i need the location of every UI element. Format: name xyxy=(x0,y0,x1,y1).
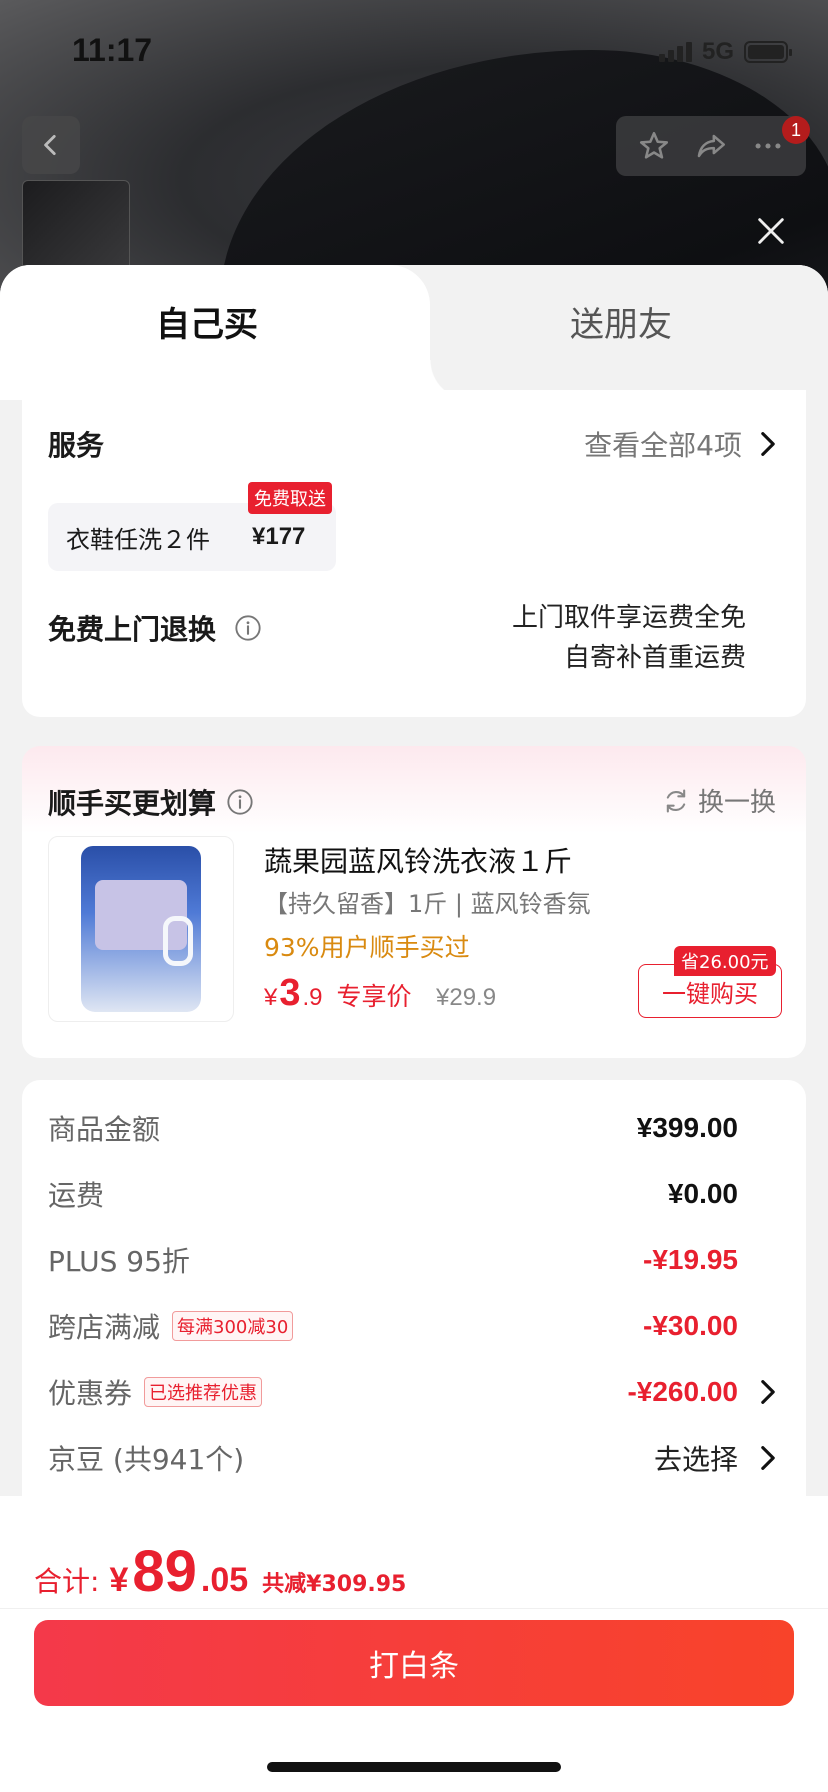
summary-row-coupon[interactable]: 优惠券 已选推荐优惠 -¥260.00 xyxy=(48,1372,776,1412)
free-return-title: 免费上门退换 xyxy=(48,613,217,646)
view-all-label: 查看全部4项 xyxy=(584,429,742,462)
summary-label: 优惠券 已选推荐优惠 xyxy=(48,1372,263,1412)
info-icon[interactable] xyxy=(226,788,254,816)
home-indicator xyxy=(267,1762,561,1772)
total-currency: ¥ xyxy=(109,1561,129,1599)
price-integer: 3 xyxy=(279,972,301,1014)
service-name: 衣鞋任洗２件 xyxy=(66,525,210,554)
return-desc-line1: 上门取件享运费全免 xyxy=(511,603,746,633)
chevron-right-icon xyxy=(761,1380,775,1404)
tab-send-friend-label[interactable]: 送朋友 xyxy=(570,297,672,346)
summary-row-cross-store: 跨店满减 每满300减30 -¥30.00 xyxy=(48,1306,776,1346)
price-currency: ¥ xyxy=(264,984,278,1011)
star-icon[interactable] xyxy=(637,129,671,163)
swap-button[interactable]: 换一换 xyxy=(662,782,776,819)
free-return-row: 免费上门退换 xyxy=(48,608,262,648)
share-icon[interactable] xyxy=(694,129,728,163)
summary-value: -¥19.95 xyxy=(643,1244,738,1275)
total-discount: 共减¥309.95 xyxy=(262,1572,407,1597)
view-all-services[interactable]: 查看全部4项 xyxy=(584,424,776,464)
free-pickup-tag: 免费取送 xyxy=(248,482,332,514)
return-desc-line2: 自寄补首重运费 xyxy=(563,643,746,673)
tab-buy-self-label[interactable]: 自己买 xyxy=(156,297,258,346)
addon-product-image[interactable] xyxy=(48,836,234,1022)
addon-product-spec: 【持久留香】1斤 | 蓝风铃香氛 xyxy=(264,890,591,918)
services-title: 服务 xyxy=(48,429,105,462)
addon-original-price: ¥29.9 xyxy=(436,984,497,1011)
free-return-description: 上门取件享运费全免 自寄补首重运费 xyxy=(512,598,746,678)
summary-row-goods: 商品金额 ¥399.00 xyxy=(48,1108,776,1148)
pay-button[interactable]: 打白条 xyxy=(34,1620,794,1706)
summary-value: ¥0.00 xyxy=(667,1178,738,1209)
signal-icon xyxy=(658,42,692,62)
addon-product-price: ¥ 3 .9 专享价 xyxy=(264,972,412,1015)
network-type: 5G xyxy=(701,38,734,65)
refresh-icon xyxy=(666,788,686,813)
exclusive-price-label: 专享价 xyxy=(336,982,412,1011)
total-decimal: .05 xyxy=(200,1561,249,1599)
status-icons: 5G xyxy=(658,38,792,66)
addon-product-buy-rate: 93%用户顺手买过 xyxy=(264,933,470,962)
addon-deal-card: 顺手买更划算 换一换 蔬果园蓝风铃洗衣液１斤 【持久留香】1斤 | 蓝风铃香氛 … xyxy=(22,746,806,1058)
chevron-right-icon xyxy=(761,1446,775,1470)
summary-row-plus-discount: PLUS 95折 -¥19.95 xyxy=(48,1240,776,1280)
services-card: 服务 查看全部4项 衣鞋任洗２件 ¥177 免费取送 免费上门退换 上门取件享运… xyxy=(22,390,806,717)
close-icon[interactable] xyxy=(754,214,788,248)
summary-value: -¥260.00 xyxy=(627,1376,776,1408)
top-action-bar xyxy=(616,116,806,176)
service-price: ¥177 xyxy=(252,523,306,550)
addon-product-name[interactable]: 蔬果园蓝风铃洗衣液１斤 xyxy=(264,840,572,880)
summary-label: 跨店满减 每满300减30 xyxy=(48,1306,294,1346)
total-label: 合计: xyxy=(34,1565,100,1598)
summary-row-jd-beans[interactable]: 京豆 (共941个) 去选择 xyxy=(48,1438,776,1478)
summary-label: 京豆 (共941个) xyxy=(48,1443,245,1476)
promo-tag: 每满300减30 xyxy=(172,1311,294,1341)
addon-deal-title: 顺手买更划算 xyxy=(48,787,217,820)
status-time: 11:17 xyxy=(72,32,153,68)
swap-label: 换一换 xyxy=(697,788,776,818)
total-price: 合计: ¥ 89 .05 共减¥309.95 xyxy=(34,1538,406,1605)
summary-label: 商品金额 xyxy=(48,1113,161,1146)
addon-deal-header: 顺手买更划算 xyxy=(48,782,254,822)
summary-label: 运费 xyxy=(48,1179,105,1212)
more-icon[interactable] xyxy=(751,129,785,163)
info-icon[interactable] xyxy=(234,614,262,642)
detergent-bottle-image xyxy=(81,846,201,1012)
summary-value: ¥399.00 xyxy=(636,1112,738,1143)
divider xyxy=(0,1608,828,1609)
chevron-right-icon xyxy=(761,432,775,456)
summary-row-shipping: 运费 ¥0.00 xyxy=(48,1174,776,1214)
back-button[interactable] xyxy=(22,116,80,174)
total-integer: 89 xyxy=(132,1539,197,1604)
tab-bar: 自己买 送朋友 xyxy=(0,265,828,400)
summary-label: PLUS 95折 xyxy=(48,1245,190,1278)
summary-value: 去选择 xyxy=(654,1438,776,1478)
price-decimal: .9 xyxy=(302,984,323,1011)
checkout-footer: 合计: ¥ 89 .05 共减¥309.95 打白条 xyxy=(0,1496,828,1792)
savings-tag: 省26.00元 xyxy=(674,946,776,976)
notification-badge: 1 xyxy=(782,116,810,144)
summary-value: -¥30.00 xyxy=(643,1310,738,1341)
coupon-tag: 已选推荐优惠 xyxy=(144,1377,263,1407)
battery-icon xyxy=(744,41,792,63)
chevron-left-icon xyxy=(44,134,56,156)
